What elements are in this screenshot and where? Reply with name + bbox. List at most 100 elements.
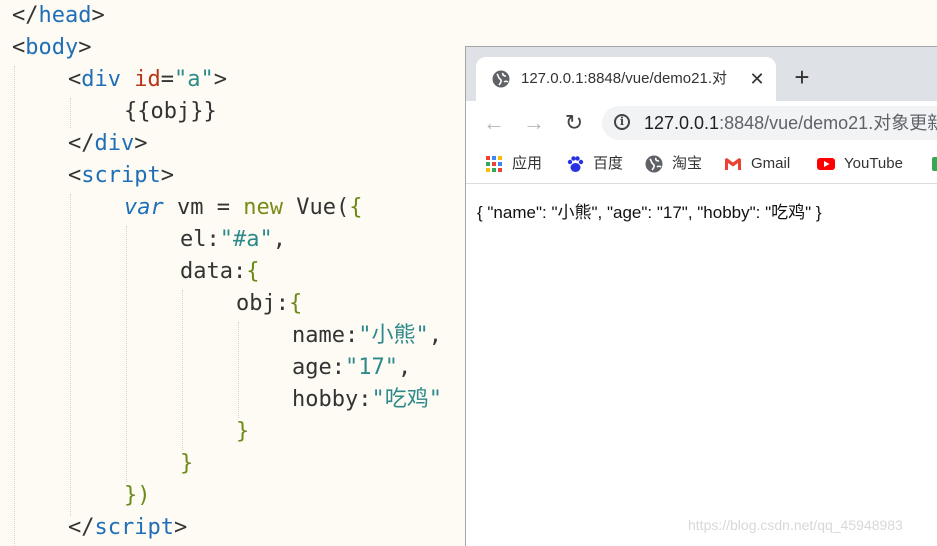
code-line: <body> [12,32,91,64]
bookmark-label: 应用 [512,155,543,172]
code-token: > [160,163,174,188]
rendered-output: { "name": "小熊", "age": "17", "hobby": "吃… [477,203,822,222]
code-line: el:"#a", [180,224,286,256]
code-token: Vue( [282,195,350,220]
code-token: > [91,3,105,28]
code-token: </ [12,3,39,28]
code-token: , [272,227,286,252]
code-brace: { [288,291,303,316]
indent-guide [70,194,71,516]
code-token: < [12,35,26,60]
url-host: 127.0.0.1 [644,113,720,133]
tab-title: 127.0.0.1:8848/vue/demo21.对 [521,70,727,87]
bookmark-apps[interactable]: 应用 [485,145,555,183]
globe-icon [492,70,510,88]
code-key: age: [292,355,345,380]
watermark: https://blog.csdn.net/qq_45948983 [688,517,903,533]
indent-guide [238,322,239,418]
bookmark-icon [932,157,937,171]
code-token: , [397,355,412,380]
bookmarks-bar: 应用 百度 淘宝 Gmail YouTube [466,145,937,184]
code-string: "小熊" [358,323,429,348]
bookmark-label: YouTube [844,155,903,172]
new-tab-button[interactable]: + [788,63,816,91]
code-token: = [160,67,174,92]
code-line: {{obj}} [124,96,217,128]
browser-toolbar: ← → ↻ i 127.0.0.1:8848/vue/demo21.对象更新 [466,101,937,145]
code-line: <div id="a"> [68,64,227,96]
code-token: {{obj}} [124,99,217,124]
code-brace: } [236,419,250,444]
code-brace: }) [124,483,151,508]
forward-icon[interactable]: → [520,109,548,137]
code-brace: } [180,451,194,476]
back-icon[interactable]: ← [480,109,508,137]
code-line: hobby:"吃鸡" [292,384,442,416]
code-key: el: [180,227,220,252]
code-string: "#a" [219,227,273,252]
code-token: > [213,67,227,92]
code-string: "17" [344,355,398,380]
code-line: </div> [68,128,148,160]
code-line: name:"小熊", [292,320,442,352]
gmail-icon [725,158,741,170]
code-tag: div [94,131,135,156]
bookmark-gmail[interactable]: Gmail [724,145,804,183]
code-attr: id [134,67,161,92]
info-icon[interactable]: i [614,114,630,130]
indent-guide [182,290,183,450]
bookmark-youtube[interactable]: YouTube [817,145,917,183]
code-line: obj:{ [236,288,302,320]
reload-icon[interactable]: ↻ [560,109,588,137]
tab-strip: 127.0.0.1:8848/vue/demo21.对 ✕ + [466,47,937,101]
indent-guide [14,66,15,546]
code-brace: { [349,195,363,220]
code-token: > [78,35,92,60]
url-path: :8848/vue/demo21.对象更新 [719,113,937,133]
code-token: </ [68,131,95,156]
browser-window: 127.0.0.1:8848/vue/demo21.对 ✕ + ← → ↻ i … [465,46,937,546]
bookmark-label: Gmail [751,155,791,172]
browser-tab[interactable]: 127.0.0.1:8848/vue/demo21.对 ✕ [476,57,776,101]
code-key: name: [292,323,359,348]
baidu-paw-icon [567,156,584,172]
code-token: > [134,131,148,156]
code-line: </script> [68,512,187,544]
bookmark-label: 淘宝 [672,155,703,172]
code-line: } [236,416,249,448]
code-token: < [68,67,82,92]
code-string: "a" [174,67,214,92]
code-token: </ [68,515,95,540]
code-line: var vm = new Vue({ [124,192,362,224]
code-keyword: new [243,195,283,220]
page-content: { "name": "小熊", "age": "17", "hobby": "吃… [466,184,937,546]
code-line: }) [124,480,151,512]
code-string: "吃鸡" [371,387,442,412]
address-bar[interactable]: i 127.0.0.1:8848/vue/demo21.对象更新 [602,106,937,140]
code-tag: script [81,163,161,188]
code-tag: head [38,3,92,28]
bookmark-overflow[interactable] [932,145,937,183]
code-key: obj: [236,291,289,316]
url-text[interactable]: 127.0.0.1:8848/vue/demo21.对象更新 [644,106,937,140]
bookmark-taobao[interactable]: 淘宝 [645,145,715,183]
close-icon[interactable]: ✕ [746,68,768,90]
code-line: } [180,448,193,480]
youtube-icon [817,158,835,170]
globe-icon [645,155,663,173]
code-tag: script [94,515,174,540]
code-token: < [68,163,82,188]
bookmark-baidu[interactable]: 百度 [566,145,636,183]
bookmark-label: 百度 [593,155,624,172]
code-token: > [173,515,188,540]
code-key: hobby: [292,387,372,412]
code-brace: { [246,259,260,284]
code-tag: body [25,35,79,60]
indent-guide [70,98,71,128]
indent-guide [126,226,127,482]
code-keyword: var [124,195,164,220]
code-line: age:"17", [292,352,411,384]
code-key: data: [180,259,247,284]
code-tag: div [81,67,121,92]
